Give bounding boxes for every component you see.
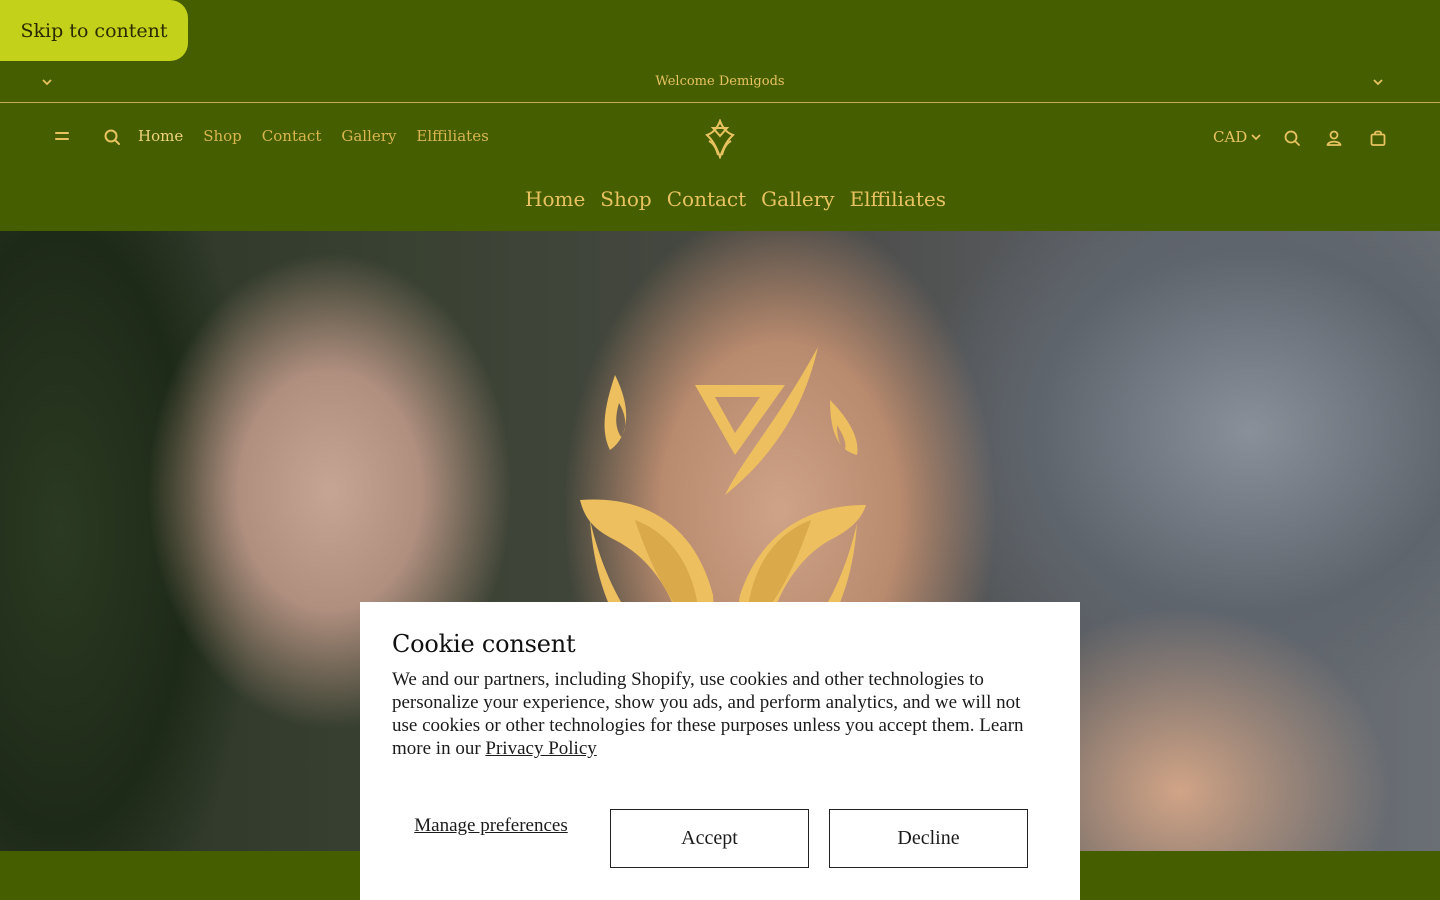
search-icon[interactable] xyxy=(1282,128,1302,148)
currency-selector[interactable]: CAD xyxy=(1213,128,1262,146)
nav-link-home[interactable]: Home xyxy=(138,127,183,145)
manage-preferences-link[interactable]: Manage preferences xyxy=(392,815,590,836)
chevron-down-icon[interactable] xyxy=(1370,74,1386,90)
search-icon[interactable] xyxy=(102,127,122,147)
announcement-text: Welcome Demigods xyxy=(655,74,785,89)
nav-link-gallery[interactable]: Gallery xyxy=(341,127,396,145)
brand-logo-icon[interactable] xyxy=(703,119,737,159)
main-nav-elffiliates[interactable]: Elffiliates xyxy=(850,187,946,211)
cookie-body: We and our partners, including Shopify, … xyxy=(392,668,1048,760)
chevron-down-icon[interactable] xyxy=(39,74,55,90)
header-nav: Home Shop Contact Gallery Elffiliates xyxy=(138,127,489,145)
cookie-actions: Manage preferences Accept Decline xyxy=(392,809,1048,868)
cookie-title: Cookie consent xyxy=(392,630,576,658)
main-nav-home[interactable]: Home xyxy=(525,187,585,211)
nav-link-shop[interactable]: Shop xyxy=(203,127,242,145)
menu-icon[interactable] xyxy=(52,126,72,146)
chevron-down-icon xyxy=(1251,134,1261,141)
nav-link-contact[interactable]: Contact xyxy=(262,127,322,145)
privacy-policy-link[interactable]: Privacy Policy xyxy=(485,738,596,759)
decline-button[interactable]: Decline xyxy=(829,809,1028,868)
skip-to-content-link[interactable]: Skip to content xyxy=(0,0,188,61)
main-nav-contact[interactable]: Contact xyxy=(667,187,746,211)
cookie-consent-dialog: Cookie consent We and our partners, incl… xyxy=(360,602,1080,900)
account-icon[interactable] xyxy=(1324,128,1344,148)
cart-bag-icon[interactable] xyxy=(1368,128,1388,148)
main-nav: Home Shop Contact Gallery Elffiliates xyxy=(525,187,946,211)
main-nav-gallery[interactable]: Gallery xyxy=(761,187,834,211)
accept-button[interactable]: Accept xyxy=(610,809,809,868)
currency-label: CAD xyxy=(1213,128,1248,146)
nav-link-elffiliates[interactable]: Elffiliates xyxy=(416,127,488,145)
main-nav-shop[interactable]: Shop xyxy=(600,187,651,211)
announcement-bar: Welcome Demigods xyxy=(0,61,1440,103)
